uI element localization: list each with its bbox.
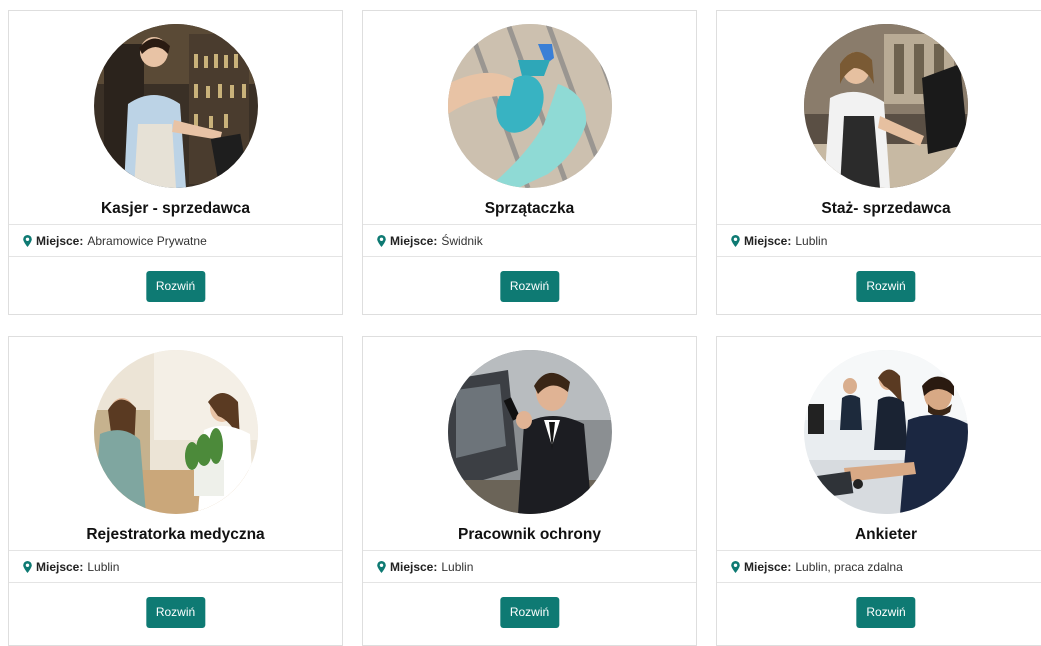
job-location: Miejsce: Lublin bbox=[9, 550, 342, 583]
location-label: Miejsce: bbox=[390, 233, 438, 248]
location-pin-icon bbox=[731, 560, 740, 573]
expand-button[interactable]: Rozwiń bbox=[499, 271, 560, 302]
location-value: Lublin bbox=[441, 559, 474, 574]
job-title: Kasjer - sprzedawca bbox=[100, 200, 251, 217]
job-location: Miejsce: Lublin bbox=[363, 550, 696, 583]
location-label: Miejsce: bbox=[36, 233, 84, 248]
job-photo bbox=[447, 24, 612, 188]
location-value: Lublin bbox=[87, 559, 120, 574]
location-pin-icon bbox=[377, 234, 386, 247]
location-label: Miejsce: bbox=[744, 559, 792, 574]
expand-button[interactable]: Rozwiń bbox=[856, 271, 916, 302]
location-pin-icon bbox=[377, 560, 386, 573]
location-value: Świdnik bbox=[441, 233, 483, 248]
job-title: Sprzątaczka bbox=[484, 200, 575, 217]
job-photo bbox=[447, 350, 612, 514]
job-location: Miejsce: Lublin, praca zdalna bbox=[717, 550, 1041, 583]
job-card: Rejestratorka medyczna Miejsce: Lublin R… bbox=[8, 336, 343, 646]
job-card: Kasjer - sprzedawca Miejsce: Abramowice … bbox=[8, 10, 343, 315]
expand-button[interactable]: Rozwiń bbox=[145, 597, 206, 628]
location-value: Lublin, praca zdalna bbox=[795, 559, 903, 574]
job-card: Ankieter Miejsce: Lublin, praca zdalna R… bbox=[716, 336, 1041, 646]
expand-button[interactable]: Rozwiń bbox=[856, 597, 916, 628]
job-title: Rejestratorka medyczna bbox=[86, 526, 265, 543]
location-label: Miejsce: bbox=[744, 233, 792, 248]
expand-button[interactable]: Rozwiń bbox=[145, 271, 206, 302]
job-title: Ankieter bbox=[854, 526, 918, 543]
location-pin-icon bbox=[23, 234, 32, 247]
location-label: Miejsce: bbox=[390, 559, 438, 574]
job-card: Staż- sprzedawca Miejsce: Lublin Rozwiń bbox=[716, 10, 1041, 315]
location-label: Miejsce: bbox=[36, 559, 84, 574]
job-photo bbox=[804, 350, 968, 514]
job-location: Miejsce: Świdnik bbox=[363, 224, 696, 257]
job-card: Sprzątaczka Miejsce: Świdnik Rozwiń bbox=[362, 10, 697, 315]
location-pin-icon bbox=[23, 560, 32, 573]
job-title: Pracownik ochrony bbox=[458, 526, 601, 543]
location-value: Abramowice Prywatne bbox=[87, 233, 207, 248]
job-photo bbox=[804, 24, 968, 188]
location-pin-icon bbox=[731, 234, 740, 247]
job-location: Miejsce: Lublin bbox=[717, 224, 1041, 257]
job-title: Staż- sprzedawca bbox=[821, 200, 951, 217]
job-photo bbox=[93, 350, 258, 514]
job-location: Miejsce: Abramowice Prywatne bbox=[9, 224, 342, 257]
location-value: Lublin bbox=[795, 233, 828, 248]
job-card: Pracownik ochrony Miejsce: Lublin Rozwiń bbox=[362, 336, 697, 646]
expand-button[interactable]: Rozwiń bbox=[499, 597, 560, 628]
job-photo bbox=[93, 24, 258, 188]
